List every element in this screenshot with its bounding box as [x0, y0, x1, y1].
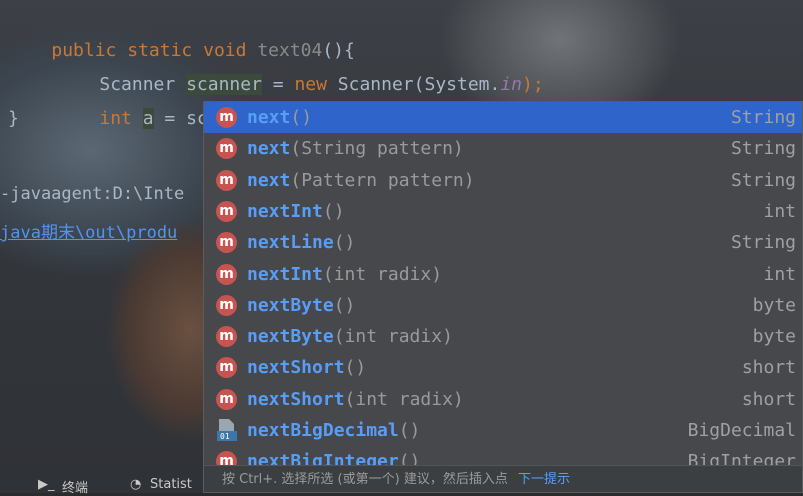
completion-signature: nextLine() — [247, 232, 355, 253]
tab-terminal[interactable]: 终端 — [62, 477, 88, 496]
method-icon: m — [216, 169, 237, 191]
code-line-4: } — [8, 108, 19, 129]
return-type: byte — [752, 326, 796, 348]
return-type: byte — [752, 294, 796, 316]
completion-footer: 按 Ctrl+. 选择所选 (或第一个) 建议，然后插入点 下一提示 — [204, 465, 802, 492]
return-type: String — [730, 138, 796, 160]
method-params: (int radix) — [333, 326, 453, 348]
method-name: nextByte — [247, 326, 334, 348]
completion-signature: nextShort(int radix) — [247, 389, 464, 410]
method-icon: m — [216, 357, 237, 379]
method-params: () — [333, 294, 356, 316]
completion-signature: nextShort() — [247, 357, 366, 378]
method-icon: m — [216, 326, 237, 348]
completion-item[interactable]: m nextLine() String — [204, 227, 802, 258]
method-icon: m — [216, 294, 237, 316]
method-icon: m — [216, 200, 237, 222]
terminal-tab-icon: ▶_ — [38, 477, 55, 492]
return-type: int — [763, 200, 796, 222]
next-tip-link[interactable]: 下一提示 — [518, 472, 570, 487]
method-name: nextBigDecimal — [247, 420, 399, 441]
completion-item[interactable]: m next(Pattern pattern) String — [204, 165, 802, 196]
method-name: next — [247, 138, 291, 160]
completion-signature: next(Pattern pattern) — [247, 170, 475, 191]
field-icon: 01 — [216, 418, 238, 442]
return-type: BigDecimal — [687, 420, 796, 441]
method-name: next — [247, 107, 291, 128]
completion-signature: nextInt(int radix) — [247, 264, 442, 285]
method-params: (String pattern) — [290, 138, 464, 160]
console-link-path[interactable]: java期末\out\produ — [0, 218, 177, 243]
return-type: short — [741, 357, 796, 379]
return-type: String — [730, 232, 796, 254]
method-params: (Pattern pattern) — [290, 169, 475, 191]
return-type: short — [741, 388, 796, 410]
completion-signature: nextByte() — [247, 295, 355, 316]
statistic-tab-icon: ◔ — [130, 477, 142, 492]
completion-item[interactable]: m nextShort() short — [204, 352, 802, 383]
completion-item[interactable]: m nextShort(int radix) short — [204, 384, 802, 415]
return-type: String — [730, 169, 796, 191]
method-params: (int radix) — [344, 388, 464, 410]
method-params: () — [322, 200, 345, 222]
method-icon: m — [216, 263, 237, 285]
return-type: int — [763, 263, 796, 285]
svg-text:01: 01 — [220, 432, 230, 441]
return-type: String — [730, 107, 796, 128]
completion-item[interactable]: m nextByte() byte — [204, 290, 802, 321]
method-name: nextInt — [247, 263, 323, 285]
completion-item[interactable]: m next(String pattern) String — [204, 133, 802, 164]
completion-signature: next(String pattern) — [247, 138, 464, 159]
completion-item[interactable]: 01 nextBigDecimal() BigDecimal — [204, 415, 802, 446]
method-name: nextLine — [247, 232, 334, 254]
method-params: () — [398, 420, 421, 441]
method-name: next — [247, 169, 291, 191]
completion-item[interactable]: m next() String — [204, 102, 802, 133]
method-icon: m — [216, 107, 237, 128]
method-name: nextByte — [247, 294, 334, 316]
method-name: nextShort — [247, 357, 345, 379]
method-icon: m — [216, 388, 237, 410]
completion-signature: nextInt() — [247, 201, 345, 222]
tab-statistic[interactable]: Statist — [150, 477, 192, 492]
bottom-tool-tabs: ▶_ 终端 ◔ Statist — [0, 475, 203, 496]
method-icon: m — [216, 232, 237, 254]
completion-item[interactable]: m nextByte(int radix) byte — [204, 321, 802, 352]
completion-signature: nextBigDecimal() — [247, 420, 420, 441]
method-name: nextInt — [247, 200, 323, 222]
method-params: () — [344, 357, 367, 379]
completion-hint: 按 Ctrl+. 选择所选 (或第一个) 建议，然后插入点 — [222, 472, 508, 487]
method-icon: m — [216, 138, 237, 160]
completion-item[interactable]: m nextInt(int radix) int — [204, 259, 802, 290]
completion-popup[interactable]: m next() String m next(String pattern) String… — [203, 101, 803, 493]
console-line-1: -javaagent:D:\Inte — [0, 184, 185, 204]
completion-signature: nextByte(int radix) — [247, 326, 453, 347]
method-params: () — [333, 232, 356, 254]
method-params: (int radix) — [322, 263, 443, 285]
method-name: nextShort — [247, 388, 345, 410]
completion-item[interactable]: m nextInt() int — [204, 196, 802, 227]
completion-signature: next() — [247, 107, 312, 128]
method-params: () — [290, 107, 313, 128]
